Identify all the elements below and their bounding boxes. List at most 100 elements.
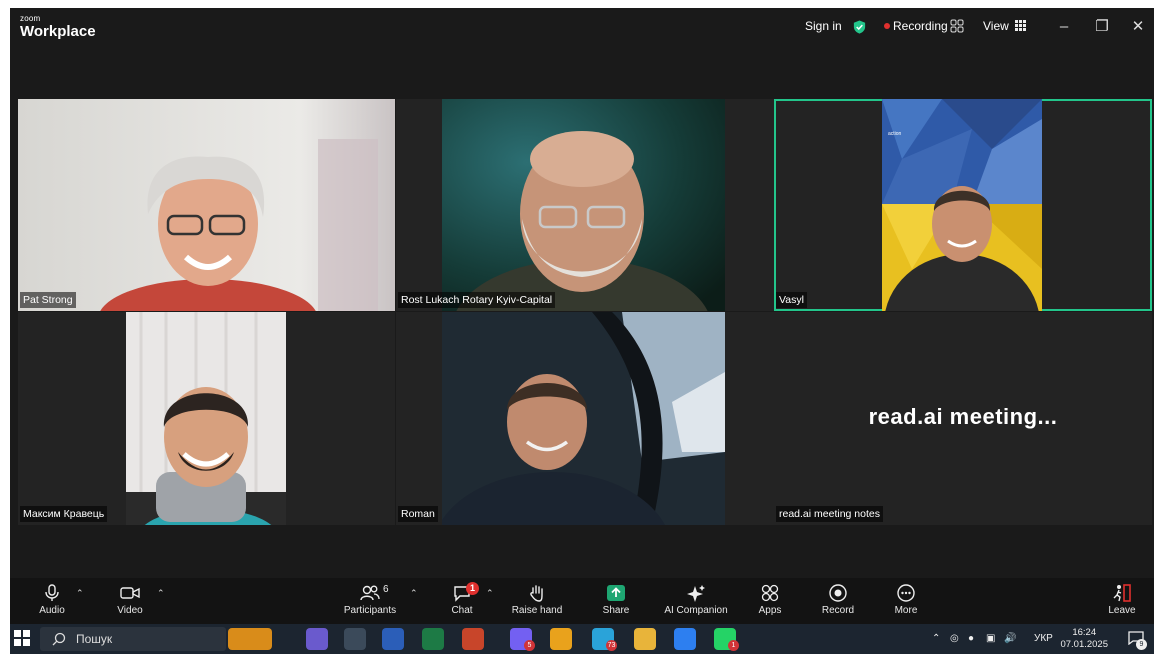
record-label: Record [821,605,855,616]
powerpoint-icon[interactable] [462,628,484,650]
bot-display-name: read.ai meeting... [868,404,1058,429]
raise-hand-icon [530,585,543,602]
close-icon[interactable]: ✕ [1128,17,1148,37]
participant-video [126,312,286,525]
share-label: Share [602,605,630,616]
more-button[interactable]: More [888,578,924,624]
participants-icon [360,585,380,601]
participant-name: read.ai meeting notes [776,506,883,522]
leave-button[interactable]: Leave [1104,578,1140,624]
video-tile-roman[interactable]: Roman [396,312,774,525]
apps-button[interactable]: Apps [750,578,790,624]
participants-options-chevron-icon[interactable]: ⌃ [410,588,418,599]
raise-hand-button[interactable]: Raise hand [507,578,567,624]
video-button[interactable]: Video [110,578,150,624]
view-button[interactable]: View [983,19,1027,33]
participant-video [442,99,725,311]
system-clock[interactable]: 16:24 07.01.2025 [1060,627,1108,651]
notifications-button[interactable]: 9 [1128,631,1147,650]
share-screen-icon [607,585,625,601]
leave-label: Leave [1108,605,1136,616]
share-button[interactable]: Share [594,578,638,624]
recording-dot-icon [884,23,890,29]
record-icon [829,584,847,602]
telegram-icon[interactable]: 73 [592,628,617,651]
video-tile-vasyl[interactable]: action Vasyl [774,99,1152,311]
title-bar: zoom Workplace Sign in Recording View – … [10,8,1154,46]
grid-view-icon [1015,20,1027,31]
app-badge: 1 [728,640,739,651]
audio-options-chevron-icon[interactable]: ⌃ [76,588,84,599]
clock-date: 07.01.2025 [1060,639,1108,650]
app-logo-zoom: zoom [20,14,41,23]
app-badge: 73 [606,640,617,651]
input-language[interactable]: УКР [1034,633,1053,644]
svg-text:action: action [888,131,902,137]
gallery-layout-icon[interactable] [950,19,964,33]
video-tile-maksym-kravets[interactable]: Максим Кравець [18,312,395,525]
excel-icon[interactable] [422,628,444,650]
participant-name: Максим Кравець [20,506,108,522]
ai-companion-label: AI Companion [664,605,728,616]
video-tile-rost-lukach[interactable]: Rost Lukach Rotary Kyiv-Capital [396,99,774,311]
video-camera-icon [120,587,140,599]
briefcase-icon[interactable] [228,628,272,650]
video-label: Video [117,605,143,616]
chat-label: Chat [451,605,473,616]
video-tile-pat-strong[interactable]: Pat Strong [18,99,395,311]
file-explorer-icon[interactable] [634,628,656,650]
video-options-chevron-icon[interactable]: ⌃ [157,588,165,599]
participant-video: action [882,99,1042,311]
zoom-icon[interactable] [674,628,696,650]
restore-icon[interactable]: ❐ [1092,17,1112,37]
apps-label: Apps [758,605,782,616]
whatsapp-icon[interactable]: 1 [714,628,739,651]
more-label: More [894,605,918,616]
sign-in-button[interactable]: Sign in [805,19,842,33]
chat-unread-badge: 1 [466,582,479,595]
search-icon [52,632,66,646]
microphone-tray-icon[interactable]: ● [968,633,974,644]
participant-name: Vasyl [776,292,807,308]
video-gallery: Pat Strong Rost Lukach Rotary Kyiv-Capit… [10,46,1154,578]
ai-sparkle-icon [687,585,705,602]
participant-name: Rost Lukach Rotary Kyiv-Capital [398,292,556,308]
participants-count: 6 [383,584,389,595]
more-options-icon [897,584,915,602]
security-shield-icon[interactable] [852,19,867,35]
participants-label: Participants [343,605,397,616]
apps-icon [761,584,779,602]
app-badge: 5 [524,640,535,651]
copilot-icon[interactable] [306,628,328,650]
calculator-icon[interactable] [344,628,366,650]
notifications-count: 9 [1136,639,1147,650]
video-tile-read-ai[interactable]: read.ai meeting... read.ai meeting notes [774,312,1152,525]
windows-taskbar: Пошук 5 73 1 ⌃ ◎ ● ▣ 🔊 УКР 16:24 07.01.202… [10,624,1154,654]
show-hidden-icons-chevron-icon[interactable]: ⌃ [932,633,940,644]
chrome-icon[interactable] [550,628,572,650]
word-icon[interactable] [382,628,404,650]
audio-label: Audio [39,605,65,616]
chat-options-chevron-icon[interactable]: ⌃ [486,588,494,599]
meet-now-icon[interactable]: ◎ [950,633,959,644]
minimize-icon[interactable]: – [1054,17,1074,37]
participants-button[interactable]: Participants [340,578,400,624]
microphone-icon [45,584,59,601]
participant-video [18,99,395,311]
participant-name: Pat Strong [20,292,76,308]
volume-icon[interactable]: 🔊 [1004,633,1016,644]
recording-indicator[interactable]: Recording [884,19,948,33]
viber-icon[interactable]: 5 [510,628,535,651]
audio-button[interactable]: Audio [32,578,72,624]
leave-exit-icon [1113,584,1131,602]
meeting-toolbar: Audio ⌃ Video ⌃ Participants 6 ⌃ Chat 1 … [10,578,1154,624]
record-button[interactable]: Record [816,578,860,624]
raise-hand-label: Raise hand [511,605,563,616]
participant-video [442,312,725,525]
app-logo-workplace: Workplace [20,23,96,40]
windows-start-icon[interactable] [14,630,30,646]
network-icon[interactable]: ▣ [986,633,995,644]
ai-companion-button[interactable]: AI Companion [656,578,736,624]
view-label: View [983,19,1009,33]
taskbar-search-box[interactable]: Пошук [40,627,226,651]
